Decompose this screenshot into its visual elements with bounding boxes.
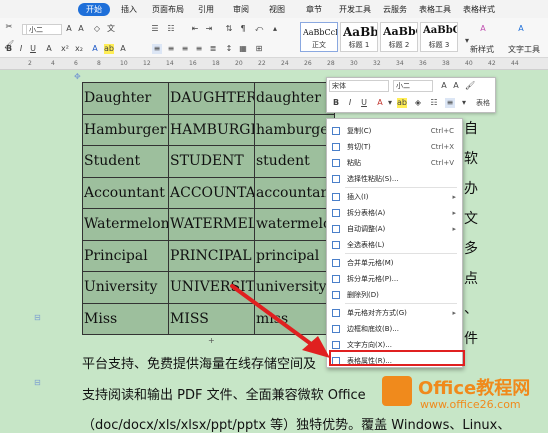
watermark-brand: Office教程网 (418, 378, 531, 399)
watermark-logo: Office教程网 www.office26.com (378, 370, 548, 418)
annotation-arrow (230, 284, 330, 358)
watermark-url: www.office26.com (420, 398, 521, 411)
office-logo-icon (382, 376, 412, 406)
